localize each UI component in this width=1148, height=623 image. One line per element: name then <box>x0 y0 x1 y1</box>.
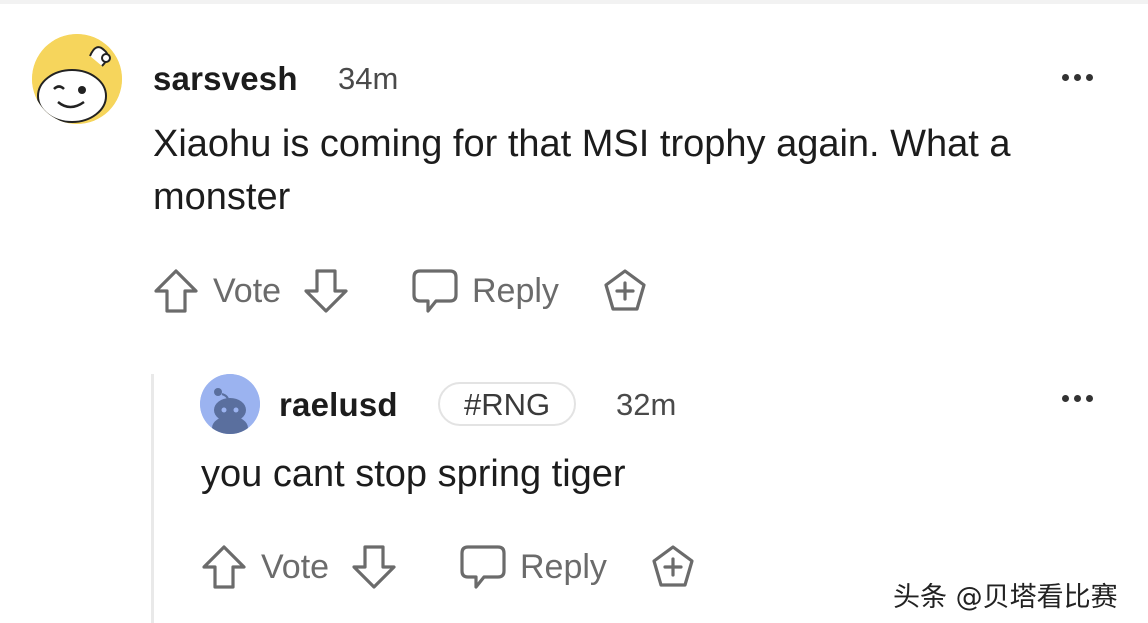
arrow-down-outline-icon <box>352 545 396 589</box>
snoo-avatar-icon <box>32 34 122 124</box>
source-watermark: 头条 @贝塔看比赛 <box>893 582 1118 613</box>
downvote-button[interactable] <box>302 266 350 316</box>
comment-timestamp: 32m <box>616 387 677 422</box>
comment-body: Xiaohu is coming for that MSI trophy aga… <box>153 123 1011 218</box>
reply-label: Reply <box>520 547 607 586</box>
plus-pentagon-icon <box>604 269 646 311</box>
reply-label: Reply <box>472 271 559 310</box>
avatar[interactable] <box>200 374 260 434</box>
more-options-button[interactable] <box>1062 74 1093 81</box>
upvote-button[interactable] <box>152 266 200 316</box>
reply-button[interactable]: Reply <box>410 265 559 317</box>
arrow-up-outline-icon <box>154 269 198 313</box>
top-divider <box>0 0 1148 4</box>
award-button[interactable] <box>649 542 697 592</box>
award-button[interactable] <box>601 266 649 316</box>
comment-author[interactable]: sarsvesh <box>153 60 298 98</box>
arrow-up-outline-icon <box>202 545 246 589</box>
plus-pentagon-icon <box>652 545 694 587</box>
vote-label: Vote <box>213 272 282 310</box>
reply-button[interactable]: Reply <box>458 541 607 593</box>
snoo-default-avatar-icon <box>200 374 260 434</box>
ellipsis-horizontal-icon <box>1062 74 1069 81</box>
ellipsis-horizontal-icon <box>1062 395 1069 402</box>
thread-line[interactable] <box>151 374 154 623</box>
speech-bubble-icon <box>412 269 458 313</box>
user-flair: #RNG <box>438 382 577 426</box>
comment-body: you cant stop spring tiger <box>201 453 626 495</box>
vote-label: Vote <box>261 548 330 586</box>
comment-author[interactable]: raelusd <box>279 386 398 424</box>
more-options-button[interactable] <box>1062 395 1093 402</box>
avatar[interactable] <box>32 34 122 124</box>
speech-bubble-icon <box>460 545 506 589</box>
downvote-button[interactable] <box>350 542 398 592</box>
comment-timestamp: 34m <box>338 61 399 96</box>
upvote-button[interactable] <box>200 542 248 592</box>
arrow-down-outline-icon <box>304 269 348 313</box>
